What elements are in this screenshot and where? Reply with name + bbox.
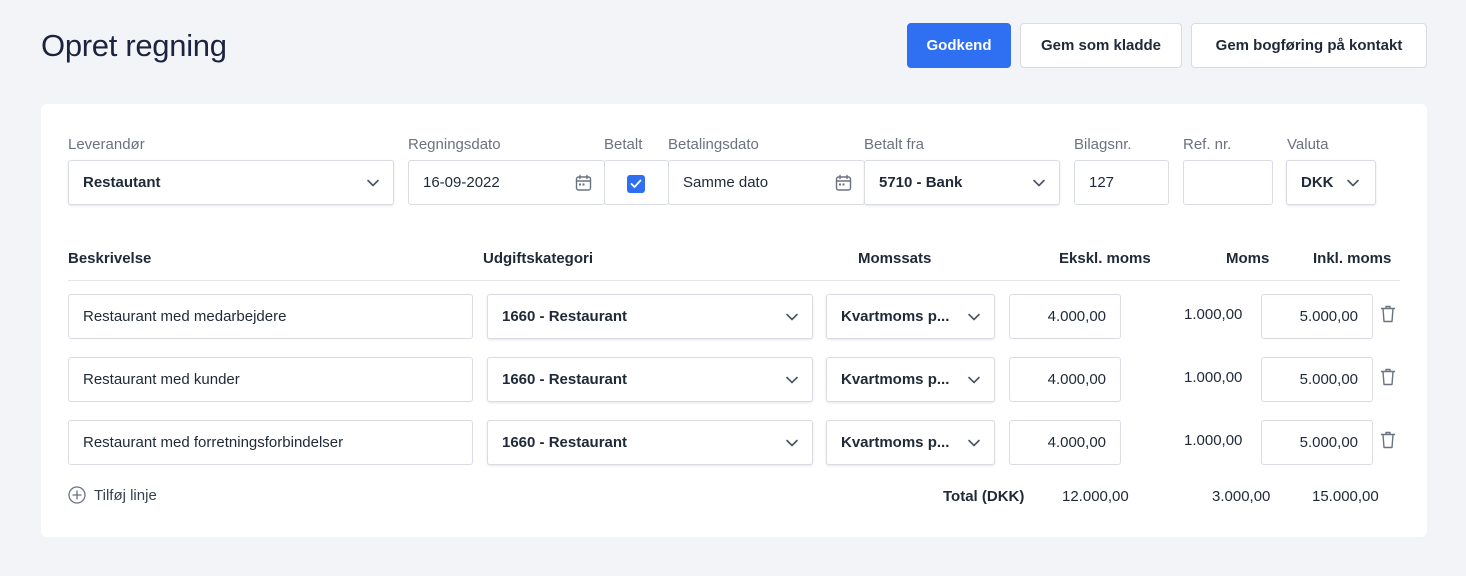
line-excl-vat-value: 4.000,00 — [1047, 308, 1106, 325]
line-incl-vat-input[interactable]: 5.000,00 — [1261, 294, 1373, 339]
total-excl-vat: 12.000,00 — [1062, 488, 1129, 505]
save-draft-button[interactable]: Gem som kladde — [1020, 23, 1182, 68]
col-category: Udgiftskategori — [483, 250, 594, 267]
trash-icon[interactable] — [1380, 305, 1396, 323]
line-excl-vat-value: 4.000,00 — [1047, 371, 1106, 388]
col-incl-vat: Inkl. moms — [1313, 250, 1392, 267]
line-description-value: Restaurant med medarbejdere — [83, 308, 287, 325]
col-vat-rate: Momssats — [858, 250, 932, 267]
chevron-down-icon — [786, 376, 798, 383]
line-vat-value: 1.000,00 — [1184, 306, 1243, 323]
col-vat: Moms — [1226, 250, 1270, 267]
line-excl-vat-value: 4.000,00 — [1047, 434, 1106, 451]
currency-value: DKK — [1301, 174, 1334, 191]
payment-date-label: Betalingsdato — [668, 136, 759, 153]
invoice-date-value: 16-09-2022 — [423, 174, 500, 191]
line-vat-value: 1.000,00 — [1184, 369, 1243, 386]
line-category-value: 1660 - Restaurant — [502, 308, 628, 325]
chevron-down-icon — [968, 313, 980, 320]
paid-from-select[interactable]: 5710 - Bank — [864, 160, 1060, 205]
plus-circle-icon — [68, 486, 86, 504]
chevron-down-icon — [968, 376, 980, 383]
line-description-value: Restaurant med kunder — [83, 371, 240, 388]
chevron-down-icon — [367, 179, 379, 186]
add-line-label: Tilføj linje — [94, 486, 157, 504]
col-excl-vat: Ekskl. moms — [1059, 250, 1151, 267]
paid-checkbox[interactable] — [627, 175, 645, 193]
line-vat-rate-select[interactable]: Kvartmoms p... — [826, 420, 995, 465]
chevron-down-icon — [786, 439, 798, 446]
line-incl-vat-value: 5.000,00 — [1299, 308, 1358, 325]
paid-label: Betalt — [604, 136, 643, 153]
voucher-no-label: Bilagsnr. — [1074, 136, 1132, 153]
trash-icon[interactable] — [1380, 431, 1396, 449]
line-vat-rate-value: Kvartmoms p... — [841, 434, 950, 451]
line-description-input[interactable]: Restaurant med medarbejdere — [68, 294, 473, 339]
col-description: Beskrivelse — [68, 250, 152, 267]
total-incl-vat: 15.000,00 — [1312, 488, 1379, 505]
header-divider — [68, 280, 1400, 281]
line-description-input[interactable]: Restaurant med kunder — [68, 357, 473, 402]
save-contact-button[interactable]: Gem bogføring på kontakt — [1191, 23, 1427, 68]
line-excl-vat-input[interactable]: 4.000,00 — [1009, 294, 1121, 339]
chevron-down-icon — [786, 313, 798, 320]
currency-select[interactable]: DKK — [1286, 160, 1376, 205]
ref-no-label: Ref. nr. — [1183, 136, 1232, 153]
line-incl-vat-input[interactable]: 5.000,00 — [1261, 357, 1373, 402]
line-description-value: Restaurant med forretningsforbindelser — [83, 434, 344, 451]
line-category-select[interactable]: 1660 - Restaurant — [487, 294, 813, 339]
trash-icon[interactable] — [1380, 368, 1396, 386]
line-incl-vat-input[interactable]: 5.000,00 — [1261, 420, 1373, 465]
line-excl-vat-input[interactable]: 4.000,00 — [1009, 357, 1121, 402]
line-excl-vat-input[interactable]: 4.000,00 — [1009, 420, 1121, 465]
line-vat-value: 1.000,00 — [1184, 432, 1243, 449]
currency-label: Valuta — [1287, 136, 1329, 153]
page-title: Opret regning — [41, 28, 227, 63]
supplier-label: Leverandør — [68, 136, 145, 153]
checkmark-icon — [630, 179, 642, 188]
total-vat: 3.000,00 — [1212, 488, 1271, 505]
supplier-value: Restautant — [83, 174, 161, 191]
payment-date-value: Samme dato — [683, 174, 769, 191]
line-vat-rate-value: Kvartmoms p... — [841, 308, 950, 325]
line-vat-rate-select[interactable]: Kvartmoms p... — [826, 357, 995, 402]
add-line-button[interactable]: Tilføj linje — [68, 486, 157, 504]
calendar-icon[interactable] — [835, 174, 852, 191]
approve-button[interactable]: Godkend — [907, 23, 1011, 68]
line-category-select[interactable]: 1660 - Restaurant — [487, 420, 813, 465]
invoice-date-input[interactable]: 16-09-2022 — [408, 160, 605, 205]
chevron-down-icon — [1347, 179, 1359, 186]
chevron-down-icon — [1033, 179, 1045, 186]
paid-from-value: 5710 - Bank — [879, 174, 963, 191]
supplier-select[interactable]: Restautant — [68, 160, 394, 205]
voucher-no-value: 127 — [1089, 174, 1115, 191]
calendar-icon[interactable] — [575, 174, 592, 191]
total-label: Total (DKK) — [943, 488, 1025, 505]
ref-no-input[interactable] — [1183, 160, 1273, 205]
line-vat-rate-value: Kvartmoms p... — [841, 371, 950, 388]
voucher-no-input[interactable]: 127 — [1074, 160, 1169, 205]
chevron-down-icon — [968, 439, 980, 446]
payment-date-input[interactable]: Samme dato — [668, 160, 865, 205]
line-category-select[interactable]: 1660 - Restaurant — [487, 357, 813, 402]
invoice-date-label: Regningsdato — [408, 136, 501, 153]
line-incl-vat-value: 5.000,00 — [1299, 434, 1358, 451]
line-vat-rate-select[interactable]: Kvartmoms p... — [826, 294, 995, 339]
paid-from-label: Betalt fra — [864, 136, 925, 153]
line-category-value: 1660 - Restaurant — [502, 434, 628, 451]
line-description-input[interactable]: Restaurant med forretningsforbindelser — [68, 420, 473, 465]
line-incl-vat-value: 5.000,00 — [1299, 371, 1358, 388]
line-category-value: 1660 - Restaurant — [502, 371, 628, 388]
